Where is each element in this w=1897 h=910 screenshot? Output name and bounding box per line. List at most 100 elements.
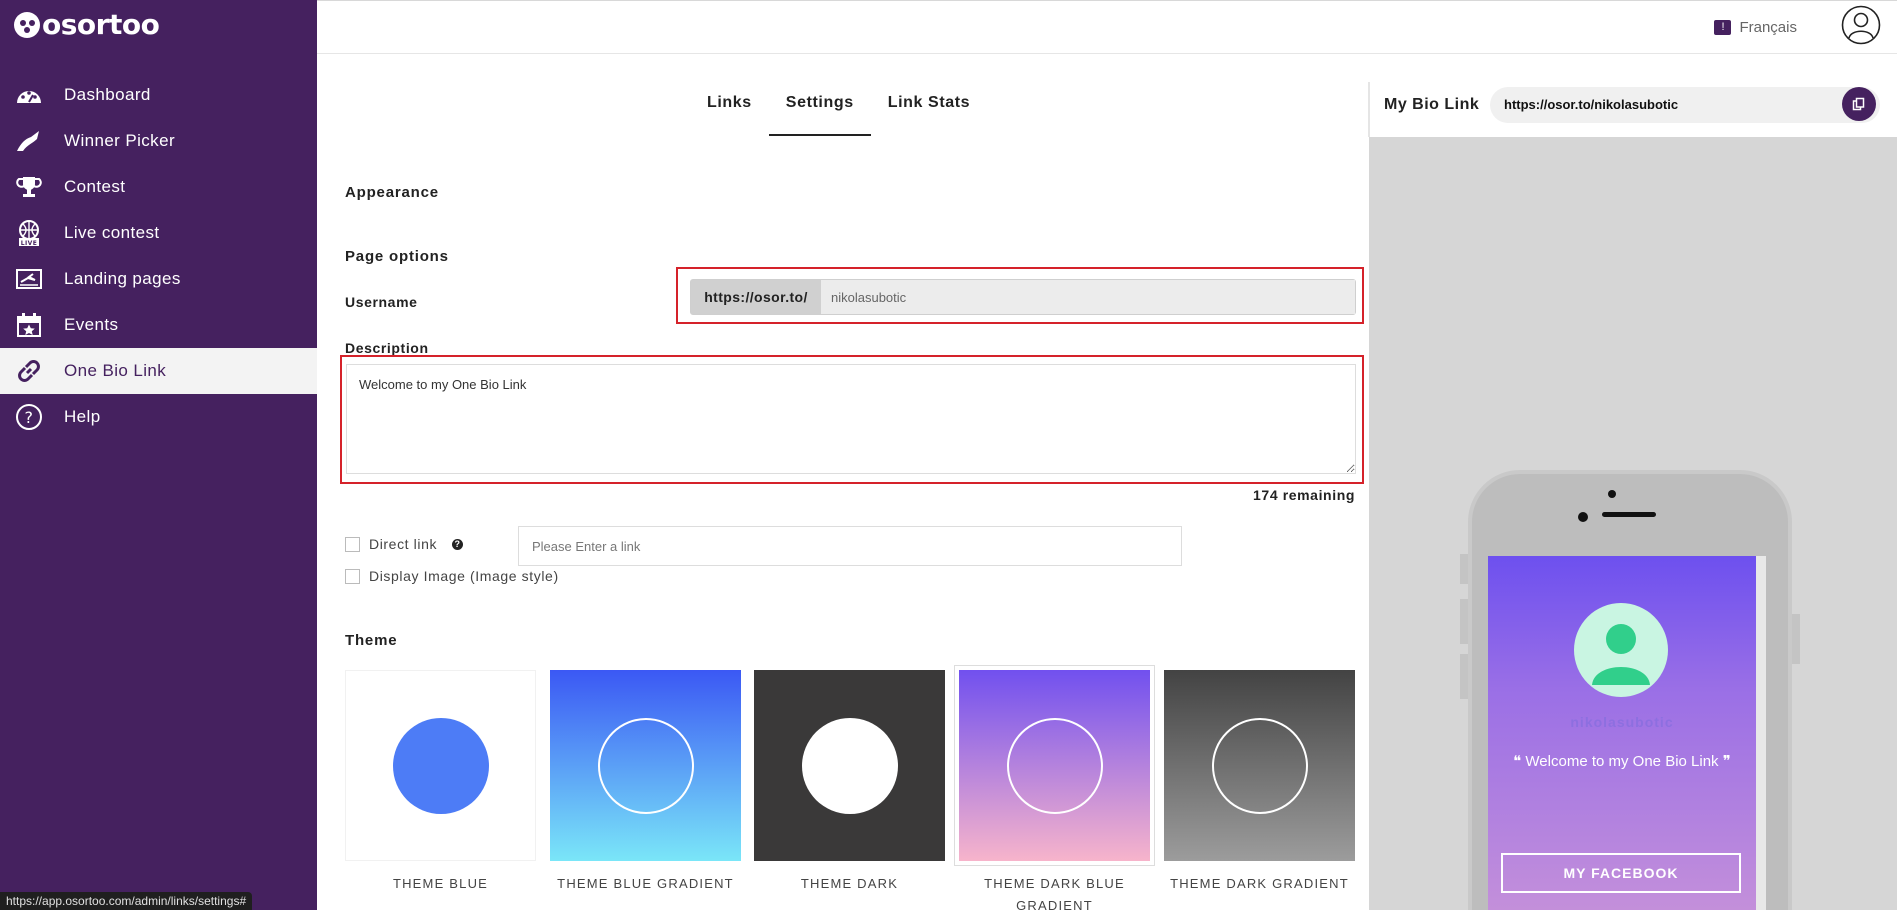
phone-speaker-icon [1602, 512, 1656, 517]
phone-side-button [1460, 654, 1468, 699]
theme-name: THEME BLUE GRADIENT [557, 876, 734, 891]
phone-username: nikolasubotic [1570, 714, 1674, 730]
sidebar-item-label: One Bio Link [64, 361, 167, 380]
sidebar-item-label: Contest [64, 177, 126, 196]
help-icon: ? [14, 402, 44, 432]
bio-link-header: My Bio Link https://osor.to/nikolasuboti… [1368, 82, 1897, 137]
sidebar-item-label: Events [64, 315, 119, 334]
remaining-counter: 174 remaining [1253, 487, 1355, 503]
sidebar-item-winner-picker[interactable]: Winner Picker [0, 118, 317, 164]
tab-link-stats[interactable]: Link Stats [871, 82, 987, 136]
theme-swatch [954, 665, 1155, 866]
sidebar-item-dashboard[interactable]: Dashboard [0, 72, 317, 118]
phone-description-text: Welcome to my One Bio Link [1525, 753, 1719, 770]
language-selector[interactable]: ! Français [1714, 19, 1797, 36]
user-avatar-icon[interactable] [1841, 5, 1881, 45]
tab-settings[interactable]: Settings [768, 82, 871, 136]
sidebar-item-label: Landing pages [64, 269, 181, 288]
svg-text:?: ? [25, 408, 34, 427]
description-textarea[interactable]: Welcome to my One Bio Link [346, 364, 1356, 474]
theme-name: THEME DARK GRADIENT [1170, 876, 1349, 891]
sidebar-item-label: Dashboard [64, 85, 151, 104]
phone-side-button [1460, 554, 1468, 584]
display-image-checkbox[interactable] [345, 568, 360, 584]
winner-picker-icon [14, 126, 44, 156]
theme-swatch [1164, 670, 1355, 861]
theme-name: THEME DARK [800, 876, 899, 891]
theme-name: THEME DARK BLUE GRADIENT [984, 876, 1125, 910]
theme-circle [597, 717, 694, 814]
theme-swatch [754, 670, 945, 861]
top-bar: ! Français [317, 0, 1897, 54]
copy-icon [1852, 97, 1865, 111]
info-icon[interactable]: ? [452, 538, 464, 550]
theme-option-dark[interactable]: THEME DARK [754, 670, 945, 895]
display-image-row: Display Image (Image style) [345, 568, 559, 584]
username-field: https://osor.to/ [690, 279, 1356, 315]
sidebar-item-events[interactable]: Events [0, 302, 317, 348]
sidebar-item-label: Winner Picker [64, 131, 176, 150]
sidebar-item-live-contest[interactable]: LIVE Live contest [0, 210, 317, 256]
logo-text: osortoo [42, 8, 160, 41]
sidebar-item-label: Live contest [64, 223, 160, 242]
landing-page-icon [14, 264, 44, 294]
sidebar-item-label: Help [64, 407, 101, 426]
phone-sensor-icon [1608, 490, 1616, 498]
dashboard-icon [14, 80, 44, 110]
sidebar-nav: Dashboard Winner Picker Contest LIVE Liv… [0, 72, 317, 440]
display-image-label: Display Image (Image style) [369, 568, 559, 584]
quote-close-icon: ❞ [1718, 753, 1731, 770]
logo[interactable]: osortoo [14, 8, 160, 41]
tab-links[interactable]: Links [690, 82, 769, 136]
theme-swatch [345, 670, 536, 861]
page-options-title: Page options [345, 248, 449, 265]
theme-swatch [550, 670, 741, 861]
theme-option-blue-gradient[interactable]: THEME BLUE GRADIENT [550, 670, 741, 895]
description-label: Description [345, 340, 429, 356]
phone-screen: nikolasubotic ❝ Welcome to my One Bio Li… [1488, 556, 1756, 910]
quote-open-icon: ❝ [1513, 753, 1526, 770]
theme-option-dark-blue-gradient[interactable]: THEME DARK BLUE GRADIENT [954, 665, 1155, 910]
phone-facebook-button[interactable]: MY FACEBOOK [1501, 853, 1741, 893]
calendar-icon [14, 310, 44, 340]
trophy-icon [14, 172, 44, 202]
bio-link-url[interactable]: https://osor.to/nikolasubotic [1490, 87, 1880, 123]
username-label: Username [345, 294, 418, 310]
direct-link-input[interactable] [518, 526, 1182, 566]
phone-camera-icon [1578, 512, 1588, 522]
svg-text:LIVE: LIVE [21, 240, 37, 247]
settings-tabs: Links Settings Link Stats [690, 82, 987, 136]
sidebar-item-landing-pages[interactable]: Landing pages [0, 256, 317, 302]
direct-link-checkbox[interactable] [345, 536, 360, 552]
link-icon [14, 356, 44, 386]
theme-circle [392, 717, 489, 814]
sidebar: osortoo Dashboard Winner Picker Contest … [0, 0, 317, 910]
phone-mockup: nikolasubotic ❝ Welcome to my One Bio Li… [1460, 470, 1800, 910]
sidebar-item-one-bio-link[interactable]: One Bio Link [0, 348, 317, 394]
sidebar-item-help[interactable]: ? Help [0, 394, 317, 440]
copy-link-button[interactable] [1842, 87, 1876, 121]
bio-link-label: My Bio Link [1384, 96, 1480, 113]
theme-option-blue[interactable]: THEME BLUE [345, 670, 536, 895]
phone-scrollbar[interactable] [1756, 556, 1766, 910]
sidebar-item-contest[interactable]: Contest [0, 164, 317, 210]
theme-circle [1006, 717, 1103, 814]
theme-circle [1211, 717, 1308, 814]
language-label: Français [1739, 19, 1797, 36]
phone-description: ❝ Welcome to my One Bio Link ❞ [1508, 752, 1736, 771]
status-bar-url: https://app.osortoo.com/admin/links/sett… [0, 892, 253, 910]
logo-icon [14, 11, 40, 38]
username-prefix: https://osor.to/ [691, 280, 821, 314]
profile-avatar-icon [1574, 603, 1668, 697]
phone-side-button [1460, 599, 1468, 644]
language-flag-icon: ! [1714, 20, 1732, 35]
username-input[interactable] [821, 280, 1355, 314]
appearance-title: Appearance [345, 184, 439, 201]
theme-option-dark-gradient[interactable]: THEME DARK GRADIENT [1164, 670, 1355, 895]
phone-side-button [1792, 614, 1800, 664]
direct-link-label: Direct link [369, 536, 438, 552]
theme-circle [801, 717, 898, 814]
live-contest-icon: LIVE [14, 218, 44, 248]
theme-title: Theme [345, 632, 398, 649]
direct-link-row: Direct link ? [345, 536, 464, 552]
